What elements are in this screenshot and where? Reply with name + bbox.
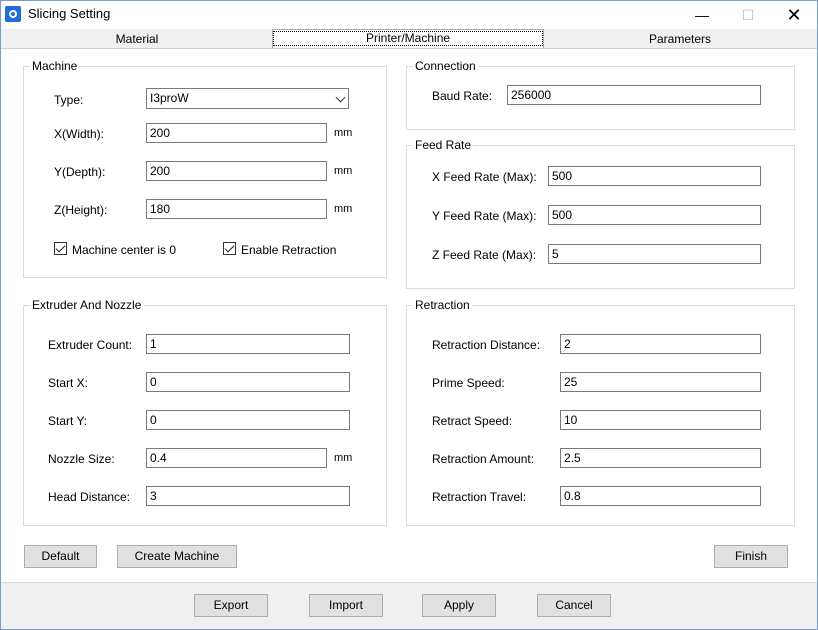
machine-group-title: Machine — [30, 59, 80, 73]
enable-retraction-label: Enable Retraction — [241, 243, 337, 257]
title-bar: Slicing Setting — ☐ ✕ — [1, 1, 817, 29]
tab-printer-machine-label: Printer/Machine — [273, 31, 544, 46]
retraction-distance-input[interactable]: 2 — [560, 334, 761, 354]
extruder-nozzle-group: Extruder And Nozzle Extruder Count: 1 St… — [23, 298, 387, 526]
baud-rate-label: Baud Rate: — [432, 89, 493, 103]
start-x-input[interactable]: 0 — [146, 372, 350, 392]
retraction-amount-input[interactable]: 2.5 — [560, 448, 761, 468]
start-x-label: Start X: — [48, 376, 89, 390]
default-button[interactable]: Default — [24, 545, 97, 568]
app-icon — [5, 6, 21, 22]
import-button[interactable]: Import — [309, 594, 383, 617]
retract-speed-label: Retract Speed: — [432, 414, 513, 428]
extruder-count-label: Extruder Count: — [48, 338, 133, 352]
retraction-travel-input[interactable]: 0.8 — [560, 486, 761, 506]
head-distance-input[interactable]: 3 — [146, 486, 350, 506]
y-feed-rate-label: Y Feed Rate (Max): — [432, 209, 537, 223]
z-height-unit: mm — [334, 203, 353, 215]
nozzle-size-label: Nozzle Size: — [48, 452, 115, 466]
enable-retraction-checkbox[interactable] — [223, 242, 236, 255]
x-width-label: X(Width): — [54, 127, 105, 141]
export-button[interactable]: Export — [194, 594, 268, 617]
type-select[interactable]: I3proW — [146, 88, 349, 109]
machine-group: Machine Type: I3proW X(Width): 200 mm Y(… — [23, 59, 387, 278]
type-label: Type: — [54, 93, 84, 107]
extruder-count-input[interactable]: 1 — [146, 334, 350, 354]
feed-rate-group-title: Feed Rate — [413, 138, 474, 152]
connection-group: Connection Baud Rate: 256000 — [406, 59, 795, 130]
feed-rate-group: Feed Rate X Feed Rate (Max): 500 Y Feed … — [406, 138, 795, 289]
nozzle-size-input[interactable]: 0.4 — [146, 448, 327, 468]
tab-content: Machine Type: I3proW X(Width): 200 mm Y(… — [1, 49, 817, 582]
window-title: Slicing Setting — [28, 6, 111, 21]
start-y-label: Start Y: — [48, 414, 88, 428]
prime-speed-label: Prime Speed: — [432, 376, 505, 390]
create-machine-button[interactable]: Create Machine — [117, 545, 237, 568]
start-y-input[interactable]: 0 — [146, 410, 350, 430]
retraction-amount-label: Retraction Amount: — [432, 452, 535, 466]
type-select-value: I3proW — [150, 91, 189, 105]
y-depth-label: Y(Depth): — [54, 165, 106, 179]
x-width-unit: mm — [334, 127, 353, 139]
close-button[interactable]: ✕ — [771, 1, 817, 29]
retract-speed-input[interactable]: 10 — [560, 410, 761, 430]
baud-rate-input[interactable]: 256000 — [507, 85, 761, 105]
x-feed-rate-input[interactable]: 500 — [548, 166, 761, 186]
tab-bar: Material Printer/Machine Parameters — [1, 29, 817, 49]
z-feed-rate-label: Z Feed Rate (Max): — [432, 248, 537, 262]
finish-button[interactable]: Finish — [714, 545, 788, 568]
apply-button[interactable]: Apply — [422, 594, 496, 617]
machine-center-label: Machine center is 0 — [72, 243, 177, 257]
retraction-distance-label: Retraction Distance: — [432, 338, 541, 352]
x-feed-rate-label: X Feed Rate (Max): — [432, 170, 537, 184]
cancel-button[interactable]: Cancel — [537, 594, 611, 617]
slicing-setting-window: Slicing Setting — ☐ ✕ Material Printer/M… — [0, 0, 818, 630]
chevron-down-icon — [335, 92, 346, 103]
retraction-group-title: Retraction — [413, 298, 472, 312]
retraction-travel-label: Retraction Travel: — [432, 490, 527, 504]
machine-center-checkbox[interactable] — [54, 242, 67, 255]
z-feed-rate-input[interactable]: 5 — [548, 244, 761, 264]
minimize-button[interactable]: — — [679, 1, 725, 29]
y-depth-unit: mm — [334, 165, 353, 177]
tab-material[interactable]: Material — [3, 31, 271, 48]
z-height-input[interactable]: 180 — [146, 199, 327, 219]
retraction-group: Retraction Retraction Distance: 2 Prime … — [406, 298, 795, 526]
dialog-footer: Export Import Apply Cancel — [1, 582, 817, 629]
extruder-group-title: Extruder And Nozzle — [30, 298, 144, 312]
head-distance-label: Head Distance: — [48, 490, 131, 504]
nozzle-size-unit: mm — [334, 452, 353, 464]
y-feed-rate-input[interactable]: 500 — [548, 205, 761, 225]
y-depth-input[interactable]: 200 — [146, 161, 327, 181]
connection-group-title: Connection — [413, 59, 478, 73]
tab-printer-machine[interactable]: Printer/Machine — [272, 29, 544, 48]
prime-speed-input[interactable]: 25 — [560, 372, 761, 392]
maximize-button[interactable]: ☐ — [725, 1, 771, 29]
z-height-label: Z(Height): — [54, 203, 108, 217]
tab-parameters[interactable]: Parameters — [545, 31, 815, 48]
x-width-input[interactable]: 200 — [146, 123, 327, 143]
